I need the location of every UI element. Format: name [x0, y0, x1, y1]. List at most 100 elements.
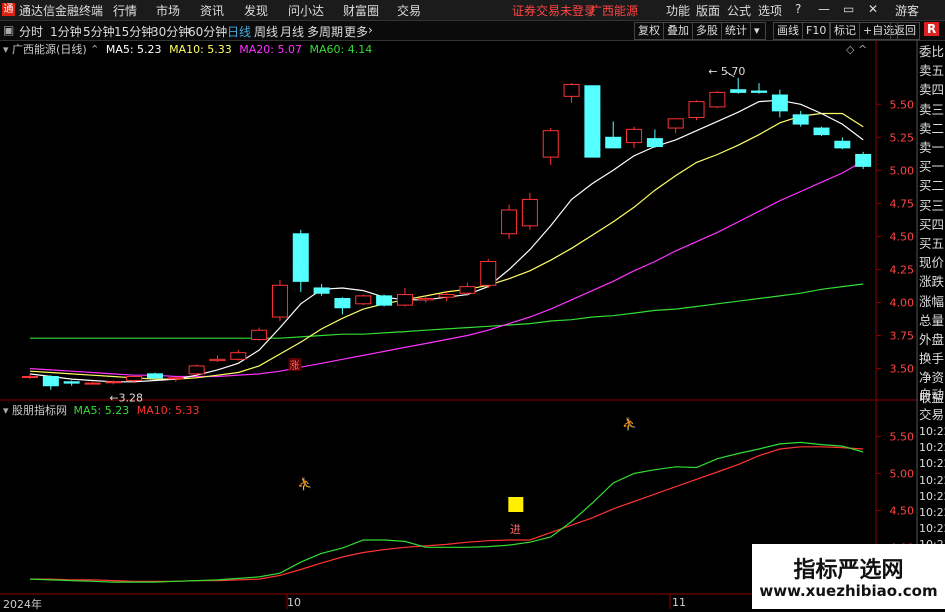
candle-body-up [84, 382, 101, 385]
period-30min[interactable]: 30分钟 [151, 23, 190, 40]
side-panel-item[interactable]: 买二 [918, 176, 945, 195]
side-panel-item[interactable]: 10:22 [918, 424, 945, 440]
panel-toggle-icon[interactable]: ▣ [3, 23, 14, 37]
candle-body-down [313, 287, 330, 294]
sub-ytick-label: 5.00 [890, 467, 915, 480]
guest-user[interactable]: 游客 [895, 2, 919, 19]
mark-button[interactable]: 标记 [830, 22, 860, 40]
side-panel-item[interactable]: 自动 [918, 385, 945, 404]
period-5min[interactable]: 5分钟 [83, 23, 115, 40]
candle-body-up [126, 375, 143, 381]
fuquan-button[interactable]: 复权 [634, 22, 664, 40]
chevron-right-icon[interactable]: › [368, 23, 373, 37]
side-panel-item[interactable]: 买三 [918, 196, 945, 215]
restore-icon[interactable]: ▭ [843, 2, 854, 16]
side-panel-item[interactable]: 卖三 [918, 100, 945, 119]
menu-item-zixun[interactable]: 资讯 [200, 2, 224, 19]
side-panel-item[interactable]: 卖一 [918, 138, 945, 157]
menu-item-hangqing[interactable]: 行情 [113, 2, 137, 19]
side-panel-item[interactable]: 10:22 [918, 521, 945, 537]
minimize-icon[interactable]: — [818, 2, 830, 16]
candle-body-up [438, 294, 455, 298]
main-ytick-label: 4.50 [890, 230, 915, 243]
collapse-icon[interactable]: ⌃ [90, 43, 99, 56]
side-panel-item[interactable]: 买一 [918, 157, 945, 176]
menu-item-gongshi[interactable]: 公式 [727, 2, 751, 19]
side-panel-item[interactable]: 涨幅 [918, 292, 945, 311]
main-ytick-label: 4.25 [890, 263, 915, 276]
dropdown-icon[interactable]: ▾ [750, 22, 766, 40]
price-chart[interactable]: ← 5.70←3.28涨 ⛹ ⛹ 进 5.50 5.25 5.00 4.75 4.50 4.2… [0, 40, 945, 609]
sub-panel-menu-icon[interactable]: ▾ [3, 404, 9, 417]
r-badge[interactable]: R [924, 22, 940, 36]
period-more[interactable]: 更多 [344, 23, 368, 40]
candle-body-up [271, 284, 288, 318]
multi-stock-button[interactable]: 多股 [692, 22, 722, 40]
period-60min[interactable]: 60分钟 [188, 23, 227, 40]
candle-body-down [834, 140, 851, 149]
side-panel-item[interactable]: 10:22 [918, 440, 945, 456]
candle-body-down [63, 381, 80, 384]
watermark-title: 指标严选网 [793, 558, 904, 583]
menu-item-shichang[interactable]: 市场 [156, 2, 180, 19]
side-panel-item[interactable]: 10:22 [918, 489, 945, 505]
side-panel-item[interactable]: 交易 [918, 405, 945, 424]
side-panel-item[interactable]: 买四 [918, 215, 945, 234]
candle-body-down [334, 298, 351, 309]
period-monthly[interactable]: 月线 [280, 23, 304, 40]
period-toolbar: ▣ 分时 1分钟 5分钟 15分钟 30分钟 60分钟 日线 周线 月线 多周期… [0, 21, 945, 41]
menu-item-xuanxiang[interactable]: 选项 [758, 2, 782, 19]
menu-item-jiaoyi[interactable]: 交易 [397, 2, 421, 19]
current-stock-name: 广西能源 [590, 4, 639, 18]
menu-item-banmian[interactable]: 版面 [696, 2, 720, 19]
sub-ma5-label: MA5: 5.23 [73, 404, 130, 417]
period-1min[interactable]: 1分钟 [50, 23, 82, 40]
side-panel-item[interactable]: 卖五 [918, 61, 945, 80]
panel-controls[interactable]: ◇ ^ [846, 43, 867, 56]
side-panel-item[interactable]: 卖四 [918, 80, 945, 99]
candle-body-up [521, 198, 538, 227]
candle-body-up [209, 358, 226, 362]
green-signal-icon: ⛹ [622, 416, 637, 431]
watermark: 指标严选网 www.xuezhibiao.com [752, 544, 945, 609]
side-panel-item[interactable]: 外盘 [918, 330, 945, 349]
side-panel-item[interactable]: 换手 [918, 349, 945, 368]
candle-body-up [251, 329, 268, 340]
period-fenshi[interactable]: 分时 [19, 23, 43, 40]
period-daily[interactable]: 日线 [227, 23, 251, 40]
login-status[interactable]: 证券交易未登录 [512, 2, 596, 19]
period-multi[interactable]: 多周期 [307, 23, 343, 40]
watermark-url: www.xuezhibiao.com [759, 582, 938, 600]
candle-body-up [501, 209, 518, 235]
menu-item-wenxiaoda[interactable]: 问小达 [288, 2, 324, 19]
side-panel-item[interactable]: 总量 [918, 311, 945, 330]
statistics-button[interactable]: 统计 [721, 22, 751, 40]
panel-menu-icon[interactable]: ▾ [3, 43, 9, 56]
draw-line-button[interactable]: 画线 [773, 22, 803, 40]
side-panel-item[interactable]: 10:22 [918, 456, 945, 472]
side-panel-item[interactable]: 现价 [918, 253, 945, 272]
overlay-button[interactable]: 叠加 [663, 22, 693, 40]
candle-body-down [292, 233, 309, 282]
help-icon[interactable]: ? [795, 2, 801, 16]
back-button[interactable]: 返回 [890, 22, 920, 40]
side-panel-item[interactable]: 10:22 [918, 473, 945, 489]
candle-body-up [230, 352, 247, 360]
x-label-11: 11 [672, 596, 686, 609]
side-panel-item[interactable]: 10:22 [918, 505, 945, 521]
main-ytick-label: 5.25 [890, 131, 915, 144]
close-icon[interactable]: ✕ [868, 2, 878, 16]
side-panel-item[interactable]: 卖二 [918, 119, 945, 138]
f10-button[interactable]: F10 [802, 22, 831, 40]
candle-body-down [376, 295, 393, 306]
side-panel-item[interactable]: 涨跌 [918, 272, 945, 291]
menu-item-caifuquan[interactable]: 财富圈 [343, 2, 379, 19]
menu-item-gongneng[interactable]: 功能 [666, 2, 690, 19]
side-panel-item[interactable]: 买五 [918, 234, 945, 253]
side-panel-item[interactable]: 委比 [918, 42, 945, 61]
period-weekly[interactable]: 周线 [254, 23, 278, 40]
period-15min[interactable]: 15分钟 [114, 23, 153, 40]
candle-body-up [626, 128, 643, 144]
menu-item-faxian[interactable]: 发现 [244, 2, 268, 19]
candle-body-up [563, 83, 580, 97]
